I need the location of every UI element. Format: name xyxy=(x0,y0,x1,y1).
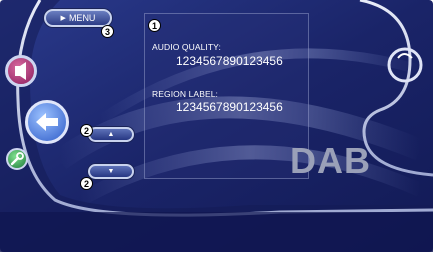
scroll-down-button[interactable]: ▼ xyxy=(88,164,134,179)
region-label-label: REGION LABEL: xyxy=(152,89,219,99)
wrench-icon xyxy=(10,152,24,166)
setup-button[interactable] xyxy=(6,148,28,170)
audio-source-button[interactable] xyxy=(5,55,37,87)
speaker-icon xyxy=(15,62,26,80)
return-button[interactable] xyxy=(25,100,69,144)
dab-source-logo: DAB xyxy=(290,140,371,181)
callout-2-up: 2 xyxy=(80,124,93,137)
audio-quality-value: 1234567890123456 xyxy=(176,54,283,68)
menu-button[interactable]: ▶ MENU xyxy=(44,9,112,27)
dab-screen: ▶ MENU 3 1 AUDIO QUALITY: 12345678901234… xyxy=(0,0,433,254)
up-arrow-icon: ▲ xyxy=(107,131,115,138)
callout-2-down: 2 xyxy=(80,177,93,190)
callout-3: 3 xyxy=(101,25,114,38)
play-triangle-icon: ▶ xyxy=(60,15,66,22)
return-arrow-icon xyxy=(36,113,58,131)
audio-quality-label: AUDIO QUALITY: xyxy=(152,42,221,52)
callout-1: 1 xyxy=(148,19,161,32)
scroll-up-button[interactable]: ▲ xyxy=(88,127,134,142)
menu-label: MENU xyxy=(68,13,96,23)
down-arrow-icon: ▼ xyxy=(107,168,115,175)
region-label-value: 1234567890123456 xyxy=(176,100,283,114)
